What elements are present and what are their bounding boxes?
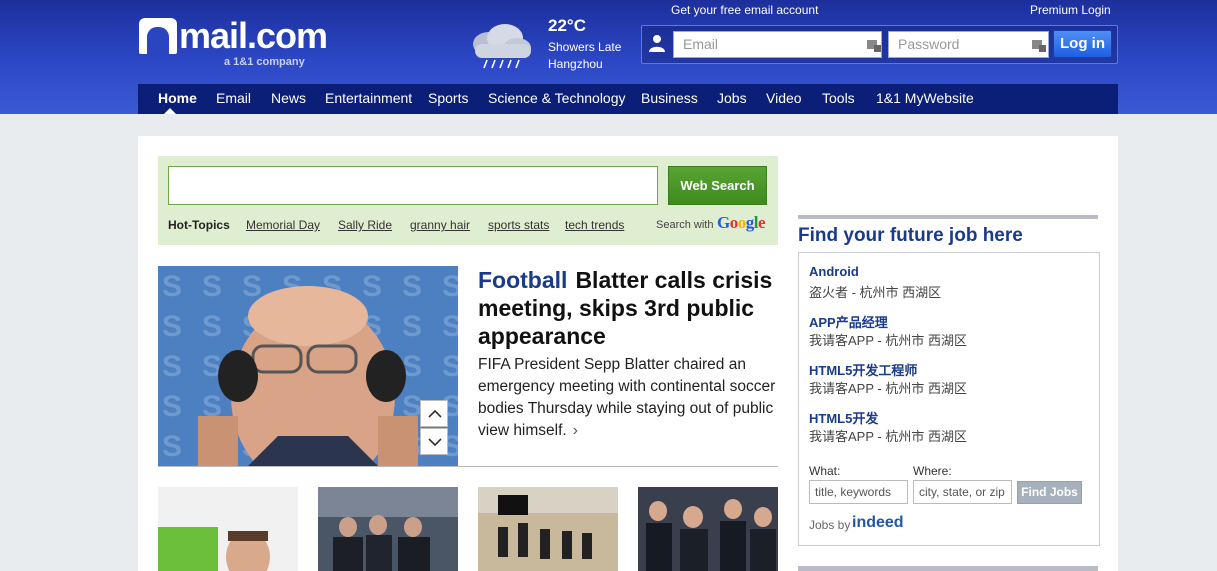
email-input[interactable]: Email: [673, 31, 882, 58]
free-account-link[interactable]: Get your free email account: [671, 3, 818, 17]
nav-item-mywebsite[interactable]: 1&1 MyWebsite: [876, 84, 974, 114]
premium-login-link[interactable]: Premium Login: [1030, 3, 1111, 17]
nav-item-entertainment[interactable]: Entertainment: [325, 84, 412, 114]
main-nav: Home Email News Entertainment Sports Sci…: [138, 84, 1118, 114]
hero-headline[interactable]: Football Blatter calls crisis meeting, sk…: [478, 266, 778, 350]
jobs-divider: [798, 215, 1098, 219]
nav-item-email[interactable]: Email: [216, 84, 251, 114]
hot-topic-link[interactable]: Memorial Day: [246, 218, 320, 232]
keyboard-icon[interactable]: [1031, 37, 1047, 53]
mailcom-logo[interactable]: mail.com a 1&1 company: [139, 16, 328, 68]
hero-teaser-text: FIFA President Sepp Blatter chaired an e…: [478, 356, 776, 439]
active-nav-indicator: [164, 108, 176, 114]
logo-subtitle: a 1&1 company: [224, 56, 305, 68]
search-with-label: Search with: [656, 219, 714, 231]
hot-topic-link[interactable]: Sally Ride: [338, 218, 392, 232]
jobs-where-label: Where:: [913, 464, 952, 478]
jobs-what-input[interactable]: title, keywords: [809, 480, 908, 504]
job-title-link[interactable]: Android: [809, 264, 859, 279]
hero-news-image[interactable]: S: [158, 266, 458, 466]
hero-divider: [158, 466, 778, 467]
hot-topic-link[interactable]: tech trends: [565, 218, 624, 232]
news-thumbnail[interactable]: [318, 487, 458, 571]
user-icon: [649, 35, 665, 52]
web-search-input[interactable]: [168, 166, 658, 205]
jobs-divider-bottom: [798, 566, 1098, 571]
jobs-where-input[interactable]: city, state, or zip: [913, 480, 1012, 504]
nav-item-business[interactable]: Business: [641, 84, 698, 114]
login-button[interactable]: Log in: [1053, 30, 1112, 58]
keyboard-icon[interactable]: [866, 37, 882, 53]
news-thumbnail[interactable]: [478, 487, 618, 571]
password-input[interactable]: Password: [888, 31, 1049, 58]
job-company-location: 盗火者 - 杭州市 西湖区: [809, 285, 942, 300]
carousel-up-button[interactable]: [420, 400, 448, 427]
logo-text: mail.com: [179, 15, 328, 56]
web-search-button[interactable]: Web Search: [668, 166, 767, 205]
carousel-down-button[interactable]: [420, 428, 448, 455]
google-logo: Google: [717, 213, 766, 232]
job-company-location: 我请客APP - 杭州市 西湖区: [809, 381, 967, 396]
job-company-location: 我请客APP - 杭州市 西湖区: [809, 429, 967, 444]
job-title-link[interactable]: HTML5开发: [809, 408, 878, 427]
weather-description[interactable]: Showers Late: [548, 40, 621, 54]
jobs-title: Find your future job here: [798, 225, 1023, 246]
job-company-location: 我请客APP - 杭州市 西湖区: [809, 333, 967, 348]
chevron-down-icon: [428, 438, 442, 447]
nav-item-video[interactable]: Video: [766, 84, 802, 114]
find-jobs-button[interactable]: Find Jobs: [1017, 481, 1082, 504]
chevron-up-icon: [428, 409, 442, 418]
hot-topic-link[interactable]: sports stats: [488, 218, 549, 232]
indeed-logo[interactable]: indeed: [852, 514, 904, 532]
nav-item-sports[interactable]: Sports: [428, 84, 468, 114]
jobs-what-label: What:: [809, 464, 841, 478]
hero-category[interactable]: Football: [478, 267, 567, 293]
jobs-by-label: Jobs by: [809, 518, 851, 532]
nav-item-jobs[interactable]: Jobs: [717, 84, 747, 114]
nav-item-tools[interactable]: Tools: [822, 84, 855, 114]
logo-mark-icon: [139, 18, 177, 54]
news-thumbnail[interactable]: [638, 487, 778, 571]
weather-city[interactable]: Hangzhou: [548, 57, 603, 71]
job-title-link[interactable]: APP产品经理: [809, 312, 888, 331]
more-arrow-icon[interactable]: ›: [573, 422, 578, 439]
job-title-link[interactable]: HTML5开发工程师: [809, 360, 917, 379]
hero-teaser[interactable]: FIFA President Sepp Blatter chaired an e…: [478, 354, 778, 442]
news-thumbnail[interactable]: [158, 487, 298, 571]
cloud-rain-icon: [473, 24, 531, 69]
weather-temperature[interactable]: 22°C: [548, 16, 586, 36]
nav-item-news[interactable]: News: [271, 84, 306, 114]
hot-topic-link[interactable]: granny hair: [410, 218, 470, 232]
nav-item-science-technology[interactable]: Science & Technology: [488, 84, 626, 114]
hot-topics-label: Hot-Topics: [168, 218, 230, 232]
